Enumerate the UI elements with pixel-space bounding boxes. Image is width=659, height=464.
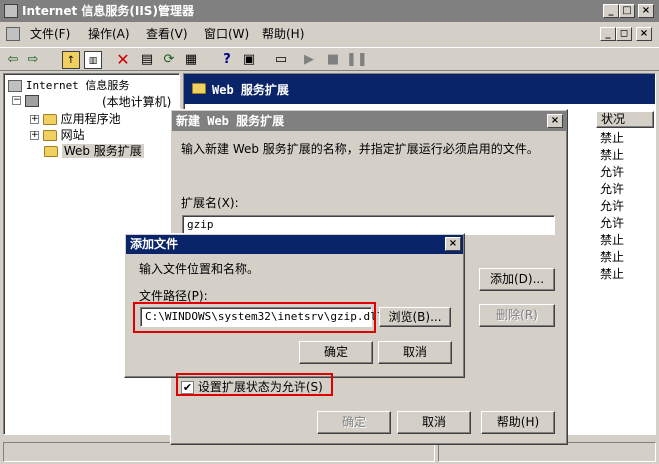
maximize-button[interactable]: □: [619, 4, 635, 18]
extension-name-input[interactable]: gzip: [182, 215, 555, 235]
menu-bar: 文件(F) 操作(A) 查看(V) 窗口(W) 帮助(H) _ ◻ ×: [0, 24, 659, 46]
status-cell: 允许: [600, 199, 625, 213]
export-icon[interactable]: ▦: [182, 51, 200, 69]
status-list: 禁止 禁止 允许 允许 允许 允许 禁止 禁止 禁止: [600, 129, 654, 282]
play-icon[interactable]: ▶: [300, 51, 318, 69]
tree-item-label: Web 服务扩展: [61, 144, 144, 158]
show-hide-tree-icon[interactable]: ▥: [84, 51, 102, 69]
status-cell: 禁止: [600, 233, 625, 247]
tree-computer-label: (本地计算机): [102, 95, 172, 109]
main-window-title: Internet 信息服务(IIS)管理器: [22, 4, 194, 18]
mmc-doc-icon: [6, 27, 20, 41]
properties-icon[interactable]: ▤: [138, 51, 156, 69]
close-button[interactable]: ×: [638, 4, 654, 18]
status-column-header[interactable]: 状况: [596, 111, 654, 128]
refresh-icon[interactable]: ⟳: [160, 51, 178, 69]
add-file-title-bar[interactable]: 添加文件: [126, 235, 463, 254]
iis-app-icon: [4, 4, 18, 18]
iis-icon: [8, 79, 22, 92]
tree-item-app-pools[interactable]: + 应用程序池: [30, 110, 121, 127]
remove-file-button[interactable]: 删除(R): [479, 304, 555, 327]
minimize-button[interactable]: _: [603, 4, 619, 18]
new-extension-description: 输入新建 Web 服务扩展的名称，并指定扩展运行必须启用的文件。: [181, 142, 539, 156]
delete-icon[interactable]: ✕: [114, 51, 132, 69]
expand-icon[interactable]: +: [30, 131, 39, 140]
add-file-cancel-button[interactable]: 取消: [378, 341, 452, 364]
details-header: Web 服务扩展: [184, 74, 655, 104]
highlight-allow-checkbox: [176, 373, 333, 396]
folder-icon: [192, 83, 206, 94]
mdi-close-button[interactable]: ×: [636, 27, 652, 41]
tree-item-label: 网站: [60, 128, 85, 142]
tree-root[interactable]: Internet 信息服务: [8, 77, 129, 93]
stop-icon[interactable]: ■: [324, 51, 342, 69]
help-icon[interactable]: ?: [218, 51, 236, 69]
status-cell: 禁止: [600, 131, 625, 145]
add-file-close-button[interactable]: ×: [445, 237, 461, 251]
new-extension-help-button[interactable]: 帮助(H): [481, 411, 555, 434]
status-cell: 允许: [600, 165, 625, 179]
status-cell: 允许: [600, 216, 625, 230]
status-column-label: 状况: [601, 112, 626, 126]
tree-root-label: Internet 信息服务: [25, 79, 130, 92]
menu-help[interactable]: 帮助(H): [262, 24, 304, 44]
computer-icon[interactable]: ▭: [272, 51, 290, 69]
add-file-ok-button[interactable]: 确定: [299, 341, 373, 364]
new-extension-ok-button[interactable]: 确定: [317, 411, 391, 434]
browse-button[interactable]: 浏览(B)...: [379, 307, 451, 327]
menu-action[interactable]: 操作(A): [88, 24, 130, 44]
up-icon[interactable]: ↑: [62, 51, 80, 69]
new-extension-cancel-button[interactable]: 取消: [397, 411, 471, 434]
computer-icon: [24, 94, 39, 107]
collapse-icon[interactable]: −: [12, 96, 21, 105]
highlight-file-path: [133, 302, 376, 333]
status-bar-panel: [3, 442, 435, 462]
tree-computer[interactable]: − (本地计算机): [12, 93, 177, 109]
extension-name-label: 扩展名(X):: [181, 196, 239, 210]
folder-icon: [44, 146, 58, 157]
toolbar: ⇦ ⇨ ↑ ▥ ✕ ▤ ⟳ ▦ ? ▣ ▭ ▶ ■ ❚❚: [0, 47, 659, 71]
expand-icon[interactable]: +: [30, 115, 39, 124]
status-cell: 允许: [600, 182, 625, 196]
status-cell: 禁止: [600, 250, 625, 264]
details-header-title: Web 服务扩展: [212, 83, 289, 97]
add-file-title: 添加文件: [130, 237, 179, 251]
menu-view[interactable]: 查看(V): [146, 24, 188, 44]
new-extension-title: 新建 Web 服务扩展: [176, 114, 285, 128]
tree-item-web-service-extensions[interactable]: Web 服务扩展: [44, 142, 144, 159]
new-extension-title-bar[interactable]: 新建 Web 服务扩展: [172, 111, 566, 131]
tree-item-websites[interactable]: + 网站: [30, 126, 85, 143]
status-cell: 禁止: [600, 148, 625, 162]
main-title-bar[interactable]: Internet 信息服务(IIS)管理器: [0, 0, 659, 22]
tree-item-label: 应用程序池: [60, 112, 121, 126]
folder-icon: [42, 114, 57, 125]
back-icon[interactable]: ⇦: [4, 51, 22, 69]
mdi-minimize-button[interactable]: _: [600, 27, 616, 41]
menu-window[interactable]: 窗口(W): [204, 24, 249, 44]
forward-icon[interactable]: ⇨: [24, 51, 42, 69]
menu-file[interactable]: 文件(F): [30, 24, 70, 44]
status-cell: 禁止: [600, 267, 625, 281]
add-file-button[interactable]: 添加(D)...: [479, 268, 555, 291]
pause-icon[interactable]: ❚❚: [346, 51, 368, 69]
new-extension-close-button[interactable]: ×: [547, 114, 563, 128]
add-file-description: 输入文件位置和名称。: [139, 262, 260, 276]
mdi-restore-button[interactable]: ◻: [616, 27, 632, 41]
status-bar-panel: [438, 442, 656, 462]
folder-icon: [42, 130, 57, 141]
console-icon[interactable]: ▣: [240, 51, 258, 69]
